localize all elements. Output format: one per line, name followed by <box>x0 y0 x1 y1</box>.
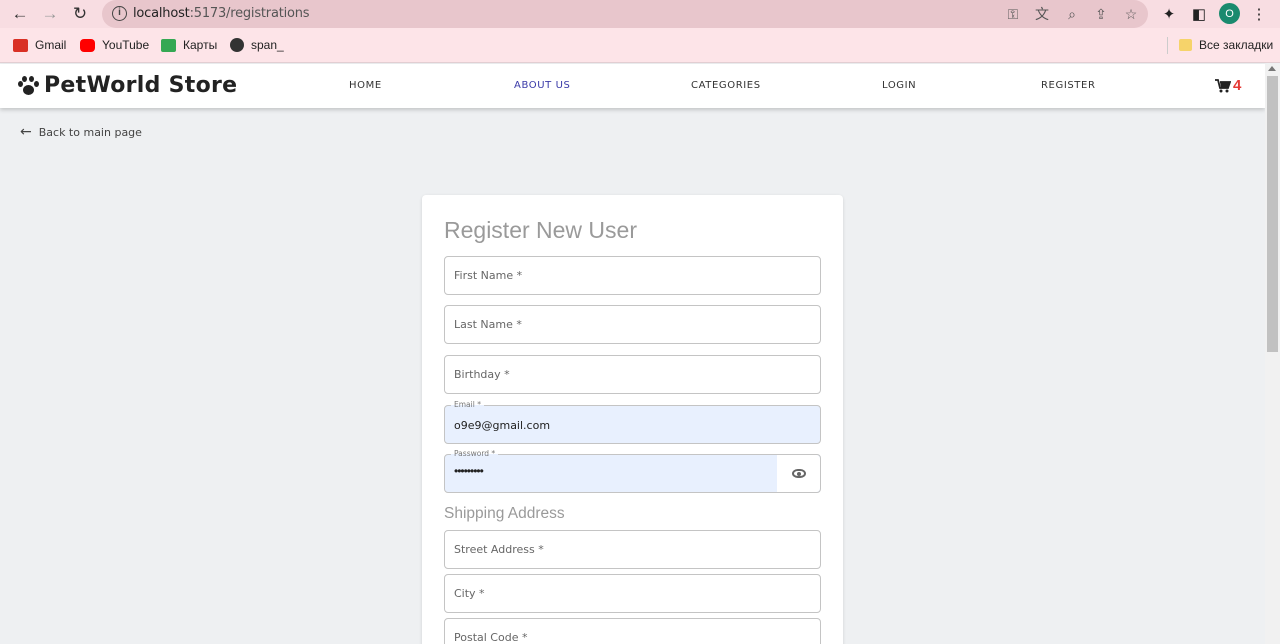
folder-icon <box>1179 39 1192 51</box>
bookmarks-bar: Gmail YouTube Карты span_ Все закладки <box>0 28 1280 63</box>
gmail-icon <box>13 38 28 52</box>
site-info-icon[interactable]: i <box>112 6 127 21</box>
scroll-up-arrow-icon[interactable] <box>1268 66 1276 71</box>
zoom-icon[interactable]: ⌕ <box>1063 5 1081 23</box>
cart-icon <box>1215 78 1231 92</box>
bookmark-span[interactable]: span_ <box>230 38 284 52</box>
bookmark-label: span_ <box>251 38 284 52</box>
email-label: Email * <box>451 400 484 409</box>
bookmarks-divider <box>1167 37 1168 54</box>
last-name-field[interactable]: Last Name * <box>444 305 821 344</box>
nav-register[interactable]: REGISTER <box>1041 80 1096 91</box>
logo-text: PetWorld Store <box>44 73 238 98</box>
city-label: City * <box>454 587 485 600</box>
bookmark-label: Карты <box>183 38 218 52</box>
side-panel-icon[interactable]: ◧ <box>1189 4 1209 24</box>
site-logo[interactable]: PetWorld Store <box>18 73 237 98</box>
birthday-label: Birthday * <box>454 368 510 381</box>
email-value: o9e9@gmail.com <box>454 419 551 432</box>
back-arrow-icon[interactable]: ← <box>10 4 30 24</box>
registration-card: Register New User First Name * Last Name… <box>422 195 843 644</box>
nav-categories[interactable]: CATEGORIES <box>691 80 761 91</box>
all-bookmarks-label: Все закладки <box>1199 38 1274 52</box>
last-name-label: Last Name * <box>454 318 522 331</box>
eye-icon <box>791 469 806 478</box>
bookmark-maps[interactable]: Карты <box>161 38 217 52</box>
arrow-left-icon: ← <box>20 124 32 140</box>
star-icon[interactable]: ☆ <box>1122 5 1140 23</box>
back-to-main-link[interactable]: ← Back to main page <box>20 124 142 140</box>
street-address-field[interactable]: Street Address * <box>444 530 821 569</box>
birthday-field[interactable]: Birthday * <box>444 355 821 394</box>
bookmark-gmail[interactable]: Gmail <box>13 38 66 52</box>
forward-arrow-icon[interactable]: → <box>40 4 60 24</box>
address-bar[interactable]: i localhost:5173/registrations ⚿ 文 ⌕ ⇪ ☆ <box>102 0 1148 28</box>
nav-about-us[interactable]: ABOUT US <box>514 80 570 91</box>
password-label: Password * <box>451 449 499 458</box>
translate-icon[interactable]: 文 <box>1033 5 1051 23</box>
first-name-label: First Name * <box>454 269 523 282</box>
first-name-field[interactable]: First Name * <box>444 256 821 295</box>
password-field[interactable]: Password * ••••••••• <box>444 449 821 493</box>
email-field[interactable]: Email * o9e9@gmail.com <box>444 400 821 444</box>
bookmark-youtube[interactable]: YouTube <box>80 38 149 52</box>
page-scrollbar-thumb[interactable] <box>1267 76 1278 352</box>
form-title: Register New User <box>444 217 637 243</box>
shipping-address-title: Shipping Address <box>444 505 565 522</box>
bookmark-label: Gmail <box>35 38 67 52</box>
back-link-label: Back to main page <box>38 125 142 139</box>
paw-icon <box>18 75 39 96</box>
cart-button[interactable]: 4 <box>1215 77 1241 94</box>
nav-home[interactable]: HOME <box>349 80 382 91</box>
globe-icon <box>230 38 244 52</box>
youtube-icon <box>80 38 95 52</box>
postal-code-label: Postal Code * <box>454 631 528 644</box>
profile-avatar[interactable]: O <box>1219 3 1240 24</box>
extensions-icon[interactable]: ✦ <box>1159 4 1179 24</box>
site-header: PetWorld Store HOME ABOUT US CATEGORIES … <box>0 64 1265 108</box>
browser-toolbar: ← → ↻ i localhost:5173/registrations ⚿ 文… <box>0 0 1280 28</box>
share-icon[interactable]: ⇪ <box>1092 5 1110 23</box>
menu-kebab-icon[interactable]: ⋮ <box>1249 4 1269 24</box>
city-field[interactable]: City * <box>444 574 821 613</box>
reload-icon[interactable]: ↻ <box>70 4 90 24</box>
toggle-password-visibility[interactable] <box>777 455 820 492</box>
password-value: ••••••••• <box>454 464 484 478</box>
postal-code-field[interactable]: Postal Code * <box>444 618 821 644</box>
url-text: localhost:5173/registrations <box>133 6 310 21</box>
street-address-label: Street Address * <box>454 543 544 556</box>
maps-icon <box>161 38 176 52</box>
all-bookmarks[interactable]: Все закладки <box>1179 38 1273 52</box>
cart-count-badge: 4 <box>1233 77 1242 94</box>
nav-login[interactable]: LOGIN <box>882 80 916 91</box>
bookmark-label: YouTube <box>102 38 150 52</box>
key-icon[interactable]: ⚿ <box>1004 5 1022 23</box>
